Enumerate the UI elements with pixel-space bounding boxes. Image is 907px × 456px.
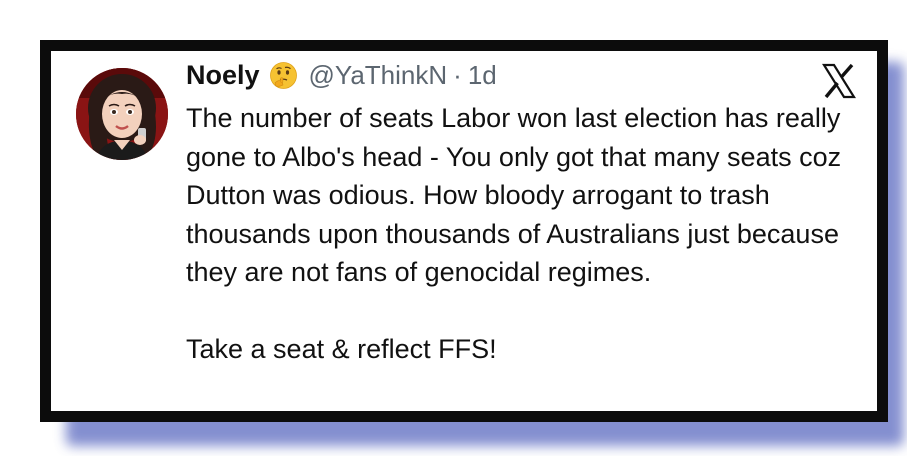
tweet-header: Noely @YaThinkN · 1d [186,60,497,91]
timestamp[interactable]: 1d [468,60,497,91]
tweet-paragraph: The number of seats Labor won last elect… [186,103,842,287]
avatar-icon [76,68,168,160]
tweet-paragraph: Take a seat & reflect FFS! [186,333,497,364]
x-logo-icon[interactable] [821,63,857,99]
tweet-text: The number of seats Labor won last elect… [186,99,866,368]
separator-dot: · [453,60,462,90]
tweet-card[interactable]: Noely @YaThinkN · 1d The number of seats… [40,40,888,422]
user-handle[interactable]: @YaThinkN [309,60,448,91]
screenshot-page: Noely @YaThinkN · 1d The number of seats… [0,0,907,456]
thinking-face-icon [269,62,297,89]
avatar[interactable] [76,68,168,160]
display-name[interactable]: Noely [186,60,260,91]
